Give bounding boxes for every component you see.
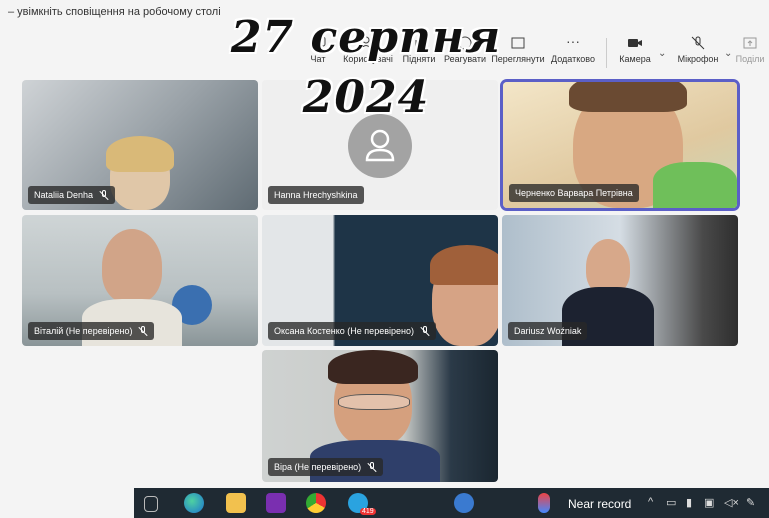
mic-off-icon — [691, 36, 705, 50]
video-tile[interactable]: Оксана Костенко (Не перевірено) — [262, 215, 498, 346]
participant-name: Nataliia Denha — [34, 190, 94, 200]
windows-taskbar: 419 Near record ^ ▭ ▮ ▣ ◁× ✎ — [134, 488, 769, 518]
weather-text[interactable]: Near record — [568, 497, 631, 511]
onenote-icon[interactable] — [266, 493, 286, 513]
help-icon[interactable] — [454, 493, 474, 513]
participant-name: Черненко Варвара Петрівна — [515, 188, 633, 198]
video-tile[interactable]: Nataliia Denha — [22, 80, 258, 210]
date-overlay: 27 серпня 2024 — [230, 12, 502, 123]
battery-icon[interactable]: ▭ — [666, 496, 676, 509]
video-tile[interactable]: Віталій (Не перевірено) — [22, 215, 258, 346]
glasses — [338, 394, 410, 410]
usb-icon[interactable]: ▮ — [686, 496, 692, 509]
microphone-button[interactable]: Мікрофон — [666, 36, 730, 64]
more-icon: ··· — [566, 33, 580, 49]
video-tile[interactable]: Віра (Не перевірено) — [262, 350, 498, 482]
share-icon — [743, 37, 757, 49]
chevron-up-icon[interactable]: ^ — [648, 496, 653, 508]
participant-hair — [569, 82, 687, 112]
participant-name: Dariusz Woźniak — [514, 326, 582, 336]
camera-icon — [628, 39, 642, 47]
participant-name-tag: Dariusz Woźniak — [508, 322, 588, 340]
chrome-icon[interactable] — [306, 493, 326, 513]
pen-icon[interactable]: ✎ — [746, 496, 755, 509]
share-button[interactable]: Поділи — [730, 36, 769, 64]
video-tile[interactable]: Dariusz Woźniak — [502, 215, 738, 346]
participant-hair — [106, 136, 174, 172]
participant-name-tag: Оксана Костенко (Не перевірено) — [268, 322, 436, 340]
video-tile-active-speaker[interactable]: Черненко Варвара Петрівна — [503, 82, 737, 208]
participant-shirt — [653, 162, 737, 208]
more-label: Додатково — [551, 54, 595, 64]
participant-name: Оксана Костенко (Не перевірено) — [274, 326, 414, 336]
thermometer-icon — [538, 493, 550, 513]
volume-muted-icon[interactable]: ◁× — [724, 496, 739, 509]
participant-name: Hanna Hrechyshkina — [274, 190, 358, 200]
teams-meeting-window: – увімкніть сповіщення на робочому столі… — [0, 0, 769, 518]
mic-muted-icon — [138, 326, 148, 336]
mic-muted-icon — [99, 190, 109, 200]
participant-name-tag: Віталій (Не перевірено) — [28, 322, 155, 340]
camera-label: Камера — [619, 54, 651, 64]
participant-name: Віра (Не перевірено) — [274, 462, 362, 472]
file-explorer-icon[interactable] — [226, 493, 246, 513]
microphone-label: Мікрофон — [677, 54, 719, 64]
meet-now-icon[interactable]: ▣ — [704, 496, 714, 509]
participant-name-tag: Віра (Не перевірено) — [268, 458, 384, 476]
telegram-badge: 419 — [360, 508, 376, 515]
participant-name: Віталій (Не перевірено) — [34, 326, 133, 336]
edge-icon[interactable] — [184, 493, 204, 513]
participant-name-tag: Hanna Hrechyshkina — [268, 186, 364, 204]
participant-video — [102, 229, 162, 303]
task-view-icon[interactable] — [144, 496, 158, 512]
participant-name-tag: Nataliia Denha — [28, 186, 116, 204]
participant-hair — [430, 245, 498, 285]
share-label: Поділи — [735, 54, 765, 64]
mic-muted-icon — [420, 326, 430, 336]
mic-muted-icon — [367, 462, 377, 472]
participant-hair — [328, 350, 418, 384]
participant-name-tag: Черненко Варвара Петрівна — [509, 184, 639, 202]
more-button[interactable]: ··· Додатково — [541, 33, 605, 64]
